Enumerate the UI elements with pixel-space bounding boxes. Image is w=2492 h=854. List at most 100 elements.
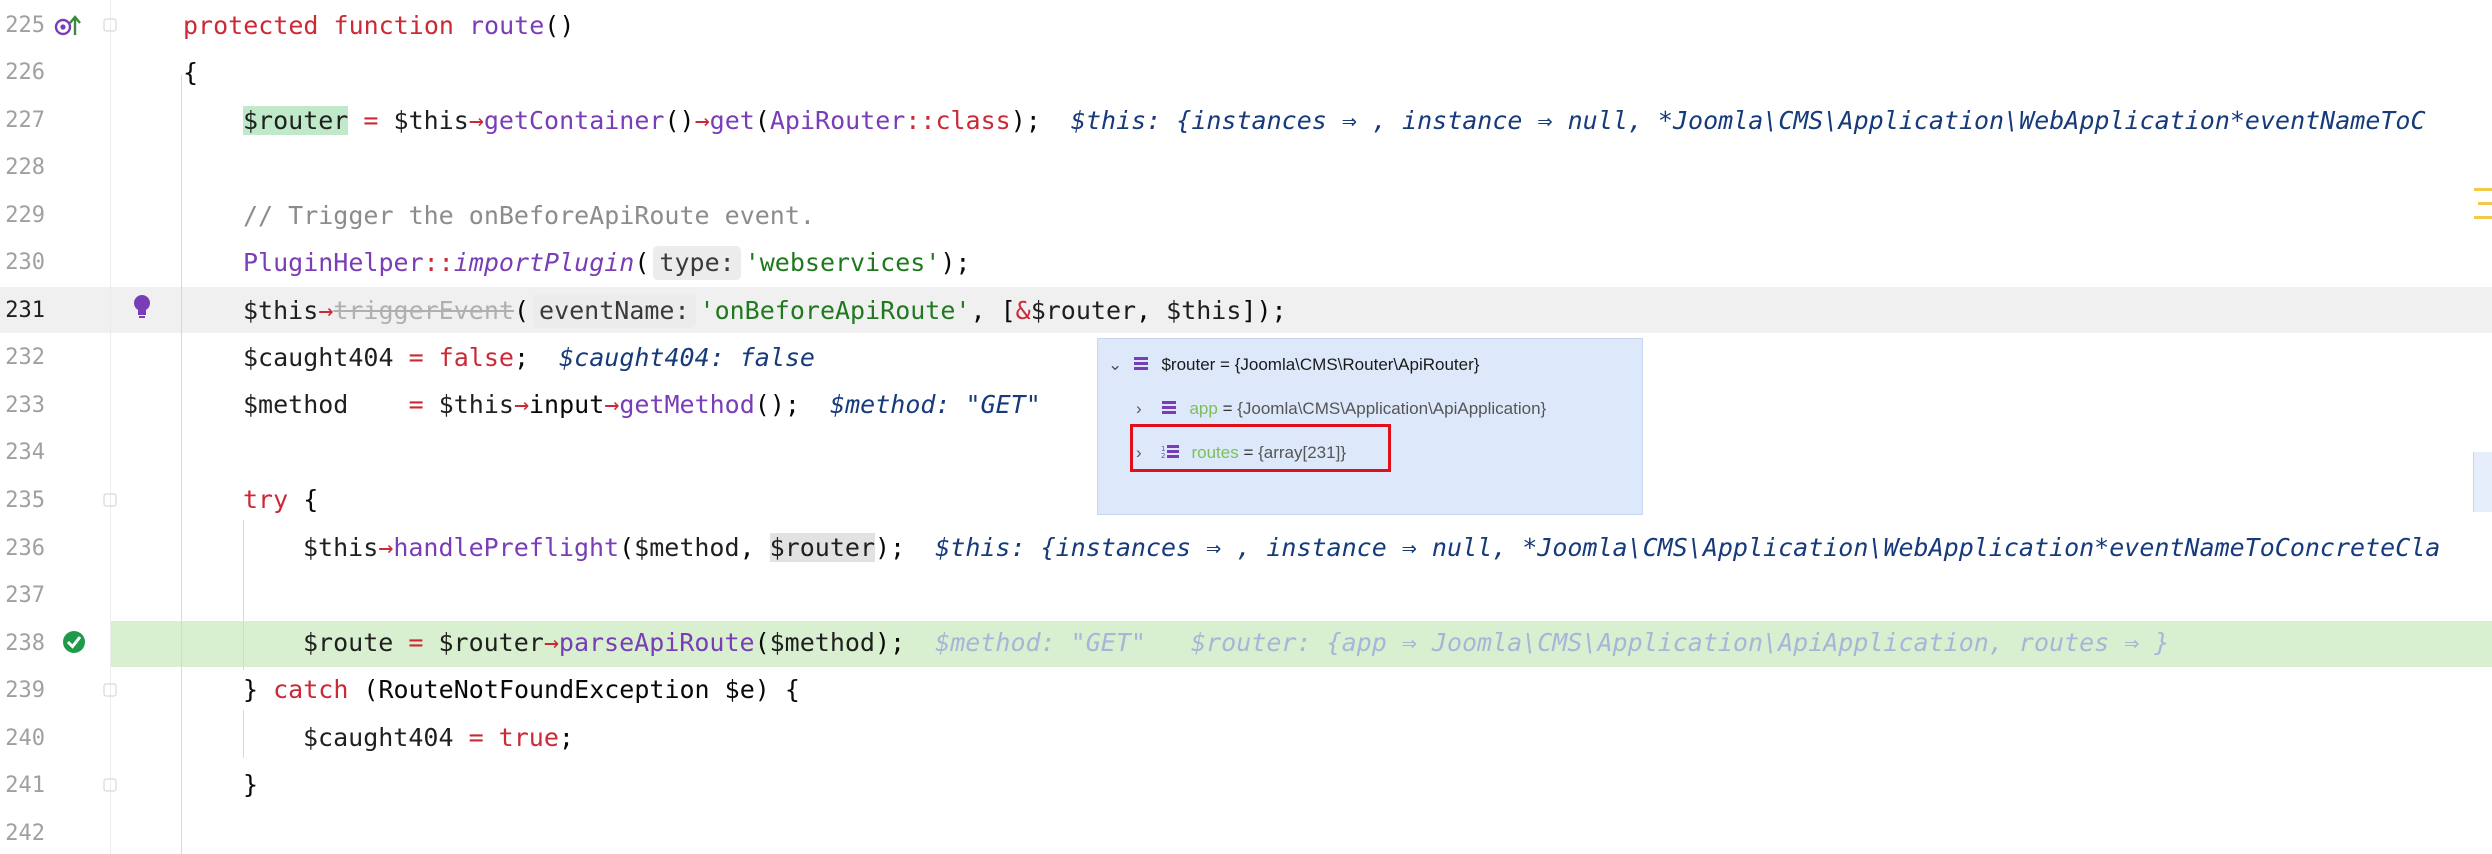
variable: $caught404 — [303, 723, 454, 752]
punct: () — [544, 11, 575, 40]
method-call: getMethod — [619, 390, 755, 419]
indent-guide — [243, 710, 244, 758]
punct: ; — [558, 723, 574, 752]
keyword: catch — [273, 675, 349, 704]
line-number: 227 — [5, 108, 45, 133]
line-number: 229 — [5, 203, 45, 228]
line-number: 235 — [5, 488, 45, 513]
code-line-233: $method = $this→input→getMethod(); $meth… — [243, 382, 1041, 428]
double-colon: :: — [905, 106, 936, 135]
method-call: getContainer — [483, 106, 665, 135]
keyword: try — [243, 485, 289, 514]
fold-marker[interactable] — [103, 18, 117, 32]
operator: = — [348, 106, 394, 135]
highlight-box — [1130, 424, 1391, 472]
object-icon — [1161, 394, 1177, 426]
punct: , — [739, 533, 770, 562]
code-line-241: } — [243, 770, 259, 799]
override-method-icon[interactable] — [54, 13, 82, 43]
code-line-231: $this→triggerEvent(eventName:'onBeforeAp… — [243, 288, 1287, 334]
line-number: 238 — [5, 631, 45, 656]
code-line-232: $caught404 = false; $caught404: false — [243, 335, 815, 381]
inline-debug-value[interactable]: $method: "GET" — [830, 390, 1041, 419]
popup-node-name: app — [1189, 399, 1218, 418]
code-line-230: PluginHelper::importPlugin(type:'webserv… — [243, 240, 970, 286]
punct: () — [664, 106, 695, 135]
variable: $this — [303, 533, 379, 562]
class-name: ApiRouter — [769, 106, 906, 135]
punct: ); — [875, 533, 906, 562]
line-number: 230 — [5, 250, 45, 275]
fold-marker[interactable] — [103, 683, 117, 697]
scrollbar-thumb[interactable] — [2473, 452, 2492, 512]
punct: ); — [940, 248, 971, 277]
punct: ( — [619, 533, 635, 562]
inline-debug-value[interactable]: $caught404: false — [559, 343, 815, 372]
line-number: 237 — [5, 583, 45, 608]
inline-debug-value[interactable]: $method: "GET" — [935, 628, 1146, 657]
arrow: → — [318, 296, 334, 325]
line-number-current: 231 — [5, 298, 45, 323]
method-call: get — [709, 106, 755, 135]
inline-debug-value[interactable]: $this: {instances ⇒ , instance ⇒ null, *… — [935, 533, 2440, 562]
variable: $this — [243, 296, 319, 325]
line-number: 240 — [5, 726, 45, 751]
keyword: class — [935, 106, 1011, 135]
scrollbar-marker[interactable] — [2474, 188, 2492, 224]
double-colon: :: — [423, 248, 454, 277]
inline-debug-value[interactable]: $this: {instances ⇒ , instance ⇒ null, *… — [1071, 106, 2426, 135]
arrow: → — [543, 628, 559, 657]
code-line-240: $caught404 = true; — [303, 715, 574, 761]
code-line-238: $route = $router→parseApiRoute($method);… — [303, 620, 2169, 666]
variable: $router — [243, 106, 349, 135]
function-name: route — [469, 11, 545, 40]
code-line-225: protected function route() — [183, 3, 574, 49]
deprecated-method: triggerEvent — [333, 296, 514, 325]
fold-marker[interactable] — [103, 493, 117, 507]
variable: $method — [769, 628, 875, 657]
line-number: 242 — [5, 821, 45, 846]
punct: ( — [634, 248, 650, 277]
method-call: handlePreflight — [393, 533, 620, 562]
indent-guide — [181, 75, 182, 854]
fold-marker[interactable] — [103, 778, 117, 792]
code-line-226: { — [183, 58, 199, 87]
object-icon — [1133, 350, 1149, 382]
chevron-right-icon[interactable]: › — [1136, 393, 1156, 425]
code-line-236: $this→handlePreflight($method, $router);… — [303, 525, 2440, 571]
method-call: parseApiRoute — [558, 628, 755, 657]
popup-node-app[interactable]: › app = {Joomla\CMS\Application\ApiAppli… — [1136, 393, 1546, 425]
line-number: 228 — [5, 155, 45, 180]
chevron-down-icon[interactable]: ⌄ — [1108, 349, 1128, 381]
string: 'webservices' — [744, 248, 941, 277]
code-line-227: $router = $this→getContainer()→get(ApiRo… — [243, 98, 2426, 144]
variable: $this — [438, 390, 514, 419]
punct: ); — [874, 628, 906, 657]
punct: ( — [754, 628, 770, 657]
parameter-hint: type: — [653, 246, 741, 280]
property: input — [529, 390, 605, 419]
lightbulb-icon[interactable] — [133, 294, 151, 324]
catch-clause: (RouteNotFoundException $e) { — [348, 675, 800, 704]
punct: ); — [1010, 106, 1041, 135]
popup-node-eq: = — [1217, 399, 1238, 418]
variable: $router — [1030, 296, 1137, 325]
code-comment: // Trigger the onBeforeApiRoute event. — [243, 201, 815, 230]
reference-amp: & — [1015, 296, 1031, 325]
punct: , [ — [970, 296, 1016, 325]
punct: (); — [754, 390, 800, 419]
variable: $router — [438, 628, 544, 657]
popup-root-node[interactable]: ⌄ $router = {Joomla\CMS\Router\ApiRouter… — [1108, 349, 1479, 381]
punct: , — [1136, 296, 1167, 325]
operator: = — [453, 723, 499, 752]
gutter-separator — [110, 0, 111, 854]
line-number: 239 — [5, 678, 45, 703]
punct: } — [243, 675, 274, 704]
inline-debug-value[interactable]: $router: {app ⇒ Joomla\CMS\Application\A… — [1191, 628, 2169, 657]
execution-point-icon[interactable] — [60, 628, 88, 660]
line-number: 232 — [5, 345, 45, 370]
punct: ]); — [1241, 296, 1287, 325]
variable: $this — [1166, 296, 1242, 325]
variable: $method — [634, 533, 740, 562]
keyword: true — [498, 723, 559, 752]
